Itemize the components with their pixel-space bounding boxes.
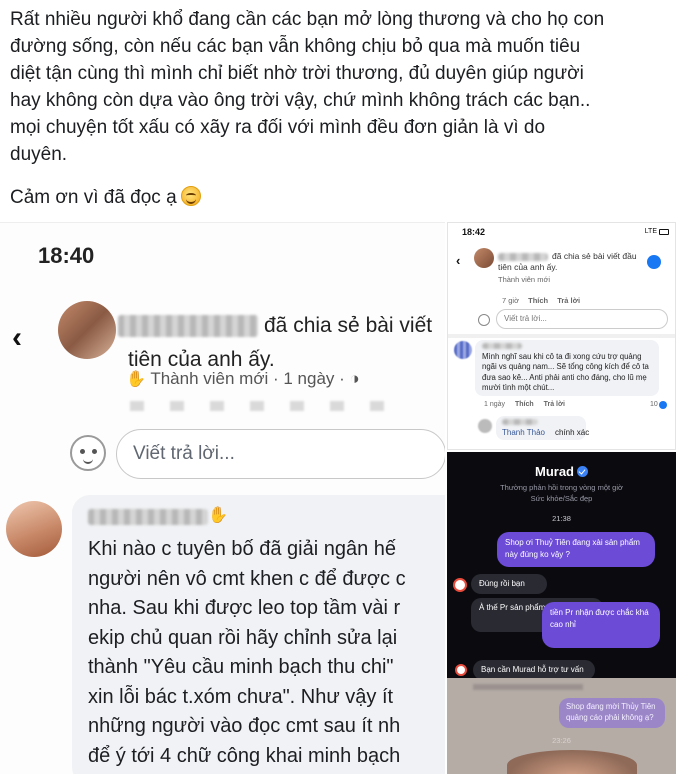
avatar — [455, 664, 467, 676]
post-line: mọi chuyện tốt xấu có xãy ra đối với mìn… — [10, 117, 546, 138]
sticker-icon[interactable] — [478, 314, 490, 326]
comment-line: Khi nào c tuyên bố đã giải ngân hế — [88, 538, 397, 560]
incoming-message: Đúng rồi bạn — [471, 574, 547, 594]
comment-text: Khi nào c tuyên bố đã giải ngân hế người… — [88, 535, 445, 771]
meta-text: Thành viên mới · 1 ngày · — [150, 369, 345, 388]
avatar — [6, 501, 62, 557]
photo-thumbnail — [507, 750, 637, 774]
post-meta: Thành viên mới — [498, 275, 551, 284]
avatar — [453, 578, 467, 592]
chat-title: Murad — [447, 464, 676, 479]
comment-line: những người vào đọc cmt sau ít nh — [88, 715, 401, 737]
comment-line: người nên vô cmt khen c để được c — [88, 567, 406, 590]
divider — [448, 334, 675, 338]
comment-screenshot-large: 18:40 ‹ đã chia sẻ bài viết tiên của anh… — [0, 222, 445, 774]
share-text: tiên của anh ấy. — [498, 262, 558, 272]
wave-icon: ✋ — [126, 371, 146, 388]
sticker-icon[interactable] — [70, 435, 106, 471]
network-label: LTE — [644, 228, 657, 235]
response-time: Thường phản hồi trong vòng một giờ — [500, 483, 623, 492]
chevron-left-icon[interactable]: ‹ — [12, 321, 22, 355]
avatar — [478, 419, 492, 433]
chat-screenshot-faded: Shop đang mời Thủy Tiên quảng cáo phải k… — [447, 678, 676, 774]
avatar — [58, 301, 116, 359]
incoming-message: Bạn cần Murad hỗ trợ tư vấn — [473, 660, 595, 678]
thanks-line: Cảm ơn vì đã đọc ạ — [10, 184, 670, 211]
chevron-left-icon[interactable]: ‹ — [456, 253, 460, 268]
outgoing-message: Shop đang mời Thủy Tiên quảng cáo phải k… — [559, 698, 665, 728]
like-action[interactable]: Thích — [515, 401, 534, 408]
verified-badge-icon — [577, 466, 588, 477]
reply-action[interactable]: Trả lời — [557, 296, 580, 305]
like-icon — [659, 401, 667, 409]
share-text: đã chia sẻ bài viết đầu — [552, 251, 637, 261]
reply-author[interactable]: Thanh Thảo — [502, 428, 545, 437]
comment-line: nha. Sau khi được leo top tầm vài r — [88, 597, 401, 619]
post-meta: ✋ Thành viên mới · 1 ngày · ◑ — [126, 369, 360, 389]
avatar — [454, 341, 472, 359]
like-count: 10 — [650, 401, 658, 408]
comment-line: để ý tới 4 chữ công khai minh bạch — [88, 744, 401, 767]
reply-action[interactable]: Trả lời — [544, 401, 565, 408]
chat-time: 23:26 — [552, 736, 571, 745]
smiling-face-icon — [180, 186, 201, 206]
post-line: diệt tận cùng thì mình chỉ biết nhờ trời… — [10, 63, 584, 84]
thanks-text: Cảm ơn vì đã đọc ạ — [10, 187, 177, 208]
chat-time: 21:38 — [552, 514, 571, 523]
comment-actions: 7 giờ Thích Trả lời — [502, 296, 587, 305]
comment-text: Mình nghĩ sau khi cô ta đi xong cứu trợ … — [482, 352, 649, 392]
action-time: 1 ngày — [484, 401, 506, 408]
chat-screenshot: Murad Thường phản hồi trong vòng một giờ… — [447, 452, 676, 678]
reply-text: chính xác — [555, 428, 590, 437]
reply-input[interactable]: Viết trả lời... — [116, 429, 445, 479]
contact-name: Murad — [535, 464, 574, 479]
post-line: duyên. — [10, 144, 68, 165]
blurred-name — [482, 343, 522, 349]
comment-line: xin lỗi bác t.xóm chưa". Như vậy ít — [88, 685, 394, 708]
post-text: Rất nhiều người khổ đang cần các bạn mở … — [10, 6, 670, 211]
messenger-icon[interactable] — [647, 255, 661, 269]
globe-icon: ◑ — [349, 369, 360, 388]
like-action[interactable]: Thích — [528, 296, 548, 305]
battery-icon — [659, 229, 669, 235]
outgoing-message: Shop ơi Thuỷ Tiên đang xài sản phẩm này … — [497, 532, 655, 567]
avatar — [474, 248, 494, 268]
share-text: đã chia sẻ bài viết tiên của anh ấy. — [128, 314, 433, 371]
comment-actions: 1 ngày Thích Trả lời — [484, 401, 573, 408]
status-time: 18:40 — [38, 243, 95, 268]
cut-off-row — [130, 401, 390, 411]
post-line: đường sống, còn nếu các bạn vẫn không ch… — [10, 36, 581, 57]
action-time: 7 giờ — [502, 296, 520, 305]
blurred-name — [88, 509, 208, 525]
post-line: hay không còn dựa vào ông trời vậy, chứ … — [10, 90, 591, 111]
comment-line: thành "Yêu cầu minh bạch thu chi" — [88, 656, 394, 678]
comment-screenshot-small: 18:42 LTE ‹ đã chia sẻ bài viết đầu tiên… — [447, 222, 676, 450]
page-category: Sức khỏe/Sắc đẹp — [530, 494, 593, 503]
blurred-header — [473, 684, 583, 690]
status-time: 18:42 — [462, 227, 486, 237]
blurred-name — [502, 419, 538, 425]
wave-icon: ✋ — [208, 507, 228, 524]
comment-line: ekip chủ quan rồi hãy chỉnh sửa lại — [88, 626, 398, 649]
post-line: Rất nhiều người khổ đang cần các bạn mở … — [10, 9, 605, 30]
reply-input[interactable]: Viết trả lời... — [496, 309, 668, 329]
blurred-name — [498, 253, 548, 261]
outgoing-message: tiền Pr nhận được chắc khá cao nhỉ — [542, 602, 660, 648]
